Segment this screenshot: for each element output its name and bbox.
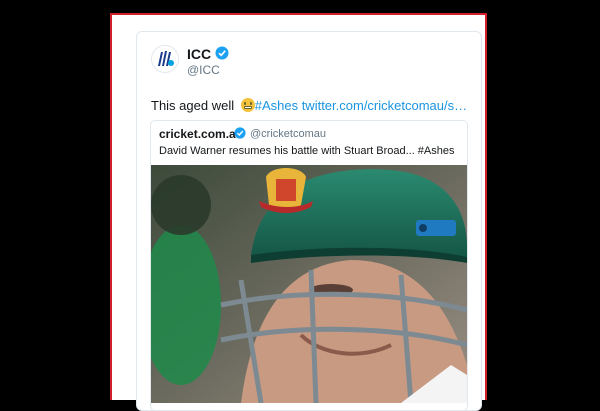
author-name[interactable]: ICC — [187, 46, 211, 62]
screenshot-frame: ICC @ICC This aged well #Ashes twitter.c… — [110, 13, 487, 411]
verified-badge-icon — [215, 46, 229, 60]
quoted-author-handle[interactable]: @cricketcomau — [250, 128, 326, 140]
cricketer-photo[interactable] — [151, 165, 467, 403]
grinning-face-emoji-icon — [240, 98, 255, 112]
quoted-author-name[interactable]: cricket.com.au — [159, 127, 243, 141]
tweet-links[interactable]: #Ashes twitter.com/cricketcomau/s… — [255, 98, 467, 113]
author-handle[interactable]: @ICC — [187, 63, 220, 77]
quoted-tweet-text: David Warner resumes his battle with Stu… — [159, 145, 455, 157]
icc-logo-avatar[interactable] — [151, 45, 179, 73]
embedded-tweet[interactable]: ICC @ICC This aged well #Ashes twitter.c… — [136, 31, 482, 411]
tweet-text: This aged well #Ashes twitter.com/cricke… — [151, 98, 467, 113]
verified-badge-icon — [234, 127, 246, 139]
tweet-text-plain: This aged well — [151, 98, 238, 113]
quoted-tweet[interactable]: cricket.com.au @cricketcomau David Warne… — [150, 120, 468, 411]
